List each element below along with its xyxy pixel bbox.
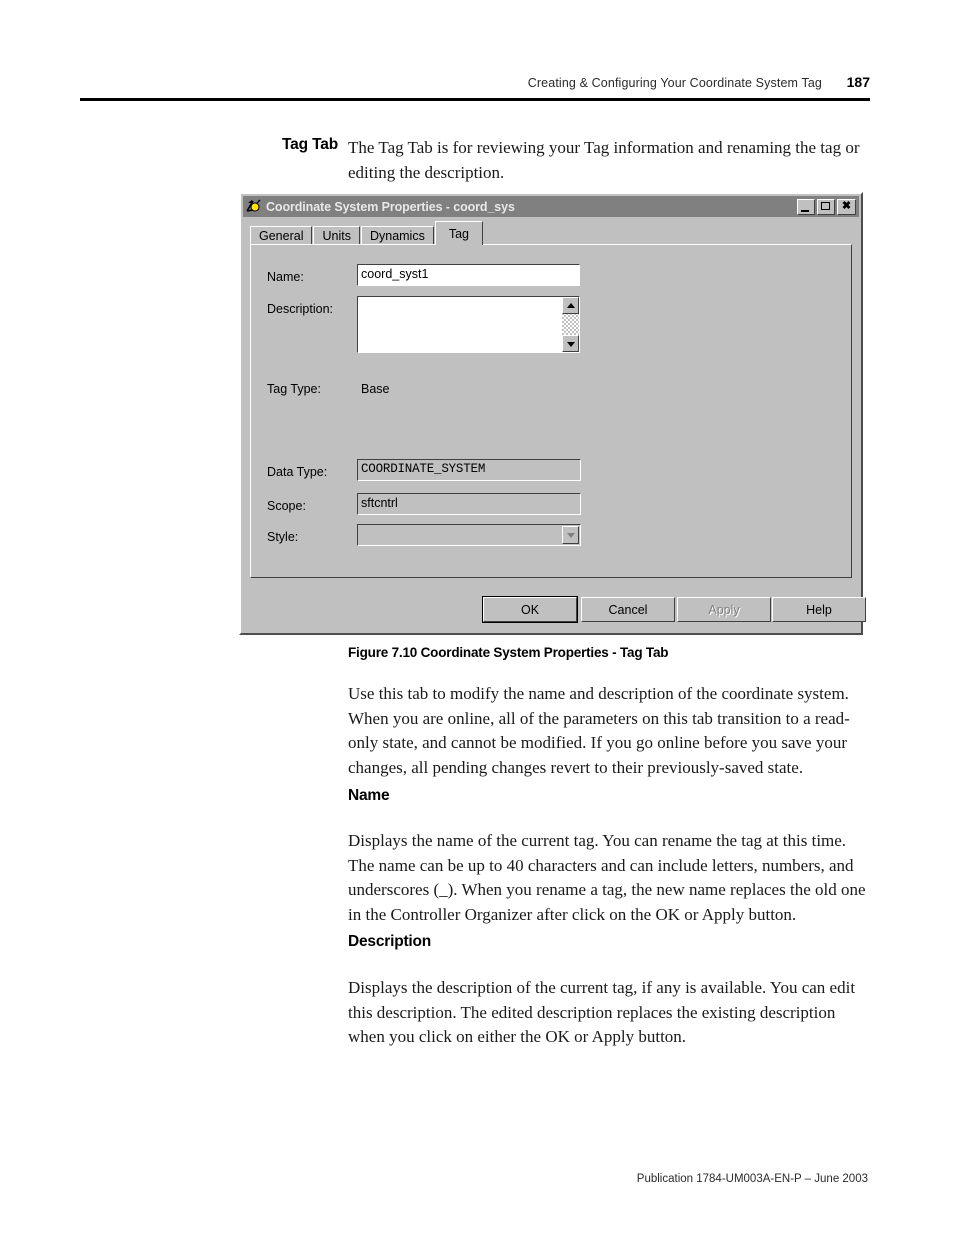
name-section-heading: Name — [348, 787, 390, 804]
cancel-button[interactable]: Cancel — [581, 597, 675, 622]
scope-label: Scope: — [267, 499, 306, 513]
tab-general[interactable]: General — [250, 226, 313, 245]
tab-tag[interactable]: Tag — [434, 221, 483, 245]
close-icon: ✖ — [841, 200, 852, 212]
dialog-title: Coordinate System Properties - coord_sys — [266, 199, 515, 214]
style-dropdown-button[interactable] — [562, 526, 579, 544]
scope-input[interactable]: sftcntrl — [357, 493, 581, 515]
dialog-titlebar[interactable]: Coordinate System Properties - coord_sys… — [243, 196, 859, 217]
name-section-paragraph: Displays the name of the current tag. Yo… — [348, 831, 866, 924]
style-dropdown[interactable] — [357, 524, 581, 546]
overview-paragraph: Use this tab to modify the name and desc… — [348, 684, 850, 777]
tab-dynamics[interactable]: Dynamics — [360, 226, 434, 245]
tag-type-value: Base — [361, 382, 390, 396]
figure-caption: Figure 7.10 Coordinate System Properties… — [348, 645, 669, 660]
coordinate-system-properties-dialog: Coordinate System Properties - coord_sys… — [239, 192, 866, 635]
maximize-icon — [821, 201, 830, 210]
running-header-title: Creating & Configuring Your Coordinate S… — [527, 76, 822, 90]
header-rule — [80, 98, 870, 101]
name-input[interactable]: coord_syst1 — [357, 264, 580, 286]
apply-button: Apply — [677, 597, 771, 622]
chevron-up-icon — [566, 302, 575, 308]
section-intro-paragraph: The Tag Tab is for reviewing your Tag in… — [348, 138, 860, 182]
minimize-icon — [801, 209, 809, 212]
description-textarea[interactable] — [357, 296, 580, 353]
page-number: 187 — [846, 74, 870, 90]
name-label: Name: — [267, 270, 304, 284]
page-footer: Publication 1784-UM003A-EN-P – June 2003 — [636, 1173, 868, 1185]
tab-dynamics-label: Dynamics — [369, 229, 425, 243]
section-heading: Tag Tab — [282, 136, 339, 153]
tab-units-label: Units — [322, 229, 351, 243]
tag-tab-panel: Name: coord_syst1 Description: Tag Type:… — [250, 244, 852, 578]
description-label: Description: — [267, 302, 333, 316]
dialog-tabstrip: General Units Dynamics Tag — [250, 221, 484, 245]
tab-general-label: General — [259, 229, 304, 243]
tab-units[interactable]: Units — [313, 226, 360, 245]
chevron-down-icon — [566, 341, 575, 347]
data-type-label: Data Type: — [267, 465, 328, 479]
close-button[interactable]: ✖ — [837, 198, 856, 215]
minimize-button[interactable] — [797, 198, 815, 215]
description-section-heading: Description — [348, 933, 432, 950]
maximize-button[interactable] — [817, 198, 835, 215]
description-section-paragraph: Displays the description of the current … — [348, 978, 856, 1046]
coordinate-system-icon — [245, 198, 263, 215]
scroll-down-button[interactable] — [562, 335, 579, 352]
ok-button[interactable]: OK — [482, 596, 578, 623]
scroll-up-button[interactable] — [562, 297, 579, 314]
page-header: Creating & Configuring Your Coordinate S… — [80, 68, 870, 108]
window-controls: ✖ — [797, 198, 856, 215]
description-scrollbar[interactable] — [562, 297, 579, 352]
ok-button-label: OK — [520, 602, 540, 617]
help-button[interactable]: Help — [772, 597, 866, 622]
data-type-input[interactable]: COORDINATE_SYSTEM — [357, 459, 581, 481]
tag-type-label: Tag Type: — [267, 382, 321, 396]
cancel-button-label: Cancel — [608, 602, 648, 617]
apply-button-label: Apply — [708, 602, 740, 617]
tab-tag-label: Tag — [448, 226, 469, 241]
help-button-label: Help — [806, 602, 832, 617]
style-label: Style: — [267, 530, 299, 544]
chevron-down-icon — [566, 533, 575, 538]
